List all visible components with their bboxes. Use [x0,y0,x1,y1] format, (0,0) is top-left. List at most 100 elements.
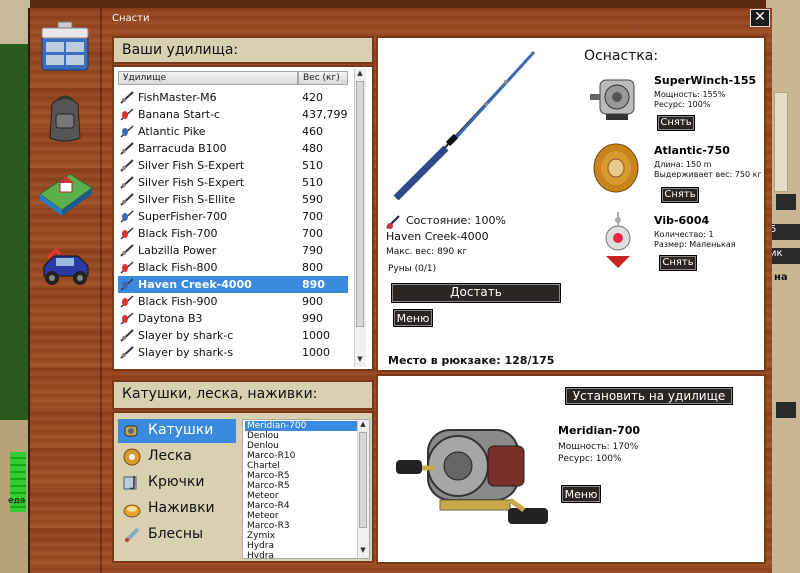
category-label: Леска [148,448,192,464]
rod-name: Black Fish-700 [138,227,218,240]
tackle-reel-resource: Ресурс: 100% [654,100,711,109]
rod-name: Labzilla Power [138,244,217,257]
background-block [774,92,788,192]
rod-weight: 590 [302,193,323,206]
rod-list-item[interactable]: Black Fish-700 700 [118,225,348,242]
rod-list-item[interactable]: Silver Fish S-Expert 510 [118,174,348,191]
rod-list-item[interactable]: Atlantic Pike 460 [118,123,348,140]
equipment-heading: Катушки, леска, наживки: [112,380,374,410]
float-icon [120,261,134,274]
category-line[interactable]: Леска [118,445,236,469]
rod-name: FishMaster-M6 [138,91,217,104]
scroll-thumb[interactable] [359,432,367,528]
background-scene-left: еда [0,0,30,573]
rod-name: Haven Creek-4000 [386,230,489,243]
equipment-list-item[interactable]: Marco-R10 [245,451,359,461]
rod-list-item[interactable]: Black Fish-800 800 [118,259,348,276]
rod-list-item[interactable]: Daytona B3 990 [118,310,348,327]
rod-runes[interactable]: Руны (0/1) [388,264,436,274]
rod-icon [120,244,134,257]
remove-line-button[interactable]: Снять [661,187,699,203]
rods-scrollbar[interactable]: ▲ ▼ [354,69,366,367]
rod-icon [120,329,134,342]
equipment-list[interactable]: Meridian-700 Denlou Denlou Marco-R10 Chartel… [242,419,370,559]
rod-condition-icon [386,214,400,229]
equipment-list-item[interactable]: Meteor [245,511,359,521]
rod-list-item[interactable]: Haven Creek-4000 890 [118,276,348,293]
equipment-menu-button[interactable]: Меню [561,485,601,503]
equipment-list-item[interactable]: Marco-R4 [245,501,359,511]
remove-reel-button[interactable]: Снять [657,115,695,131]
rod-list-item[interactable]: SuperFisher-700 700 [118,208,348,225]
equipment-list-item[interactable]: Hydra [245,551,359,558]
column-header-weight[interactable]: Вес (кг) [298,71,348,85]
rod-list-item[interactable]: Black Fish-900 900 [118,293,348,310]
equipment-detail-panel: Установить на удилище Meridian-700 Мощно… [376,374,766,564]
rod-icon [120,142,134,155]
rod-list-item[interactable]: FishMaster-M6 420 [118,89,348,106]
rod-weight: 790 [302,244,323,257]
equipment-name: Meridian-700 [558,424,641,437]
equipment-list-item[interactable]: Denlou [245,431,359,441]
category-bait[interactable]: Наживки [118,497,236,521]
rods-list[interactable]: Удилище Вес (кг) FishMaster-M6 420 Banana … [112,65,374,371]
rod-list-item[interactable]: Silver Fish S-Ellite 590 [118,191,348,208]
backpack-icon[interactable] [36,88,94,146]
vehicle-icon[interactable] [36,236,94,294]
close-button[interactable]: ✕ [750,9,770,27]
spinner-icon [120,210,134,223]
install-on-rod-button[interactable]: Установить на удилище [565,387,733,405]
equipment-scrollbar[interactable]: ▲ ▼ [357,420,369,558]
rod-list-item[interactable]: Silver Fish S-Expert 510 [118,157,348,174]
divider [100,8,102,573]
rod-weight: 700 [302,210,323,223]
scroll-up-arrow[interactable]: ▲ [355,69,365,79]
rod-list-item[interactable]: Slayer by shark-c 1000 [118,327,348,344]
equipment-list-item[interactable]: Meteor [245,491,359,501]
scroll-up-arrow[interactable]: ▲ [358,420,368,430]
background-bar: еда [0,420,30,573]
rod-list-item[interactable]: Barracuda B100 480 [118,140,348,157]
tackle-line-length: Длина: 150 m [654,160,712,169]
rod-name: Haven Creek-4000 [138,278,252,291]
get-rod-button[interactable]: Достать [391,283,561,303]
rod-weight: 510 [302,159,323,172]
rod-list-item[interactable]: Slayer by shark-s 1000 [118,344,348,361]
equipment-list-item[interactable]: Zymix [245,531,359,541]
scroll-down-arrow[interactable]: ▼ [355,355,365,365]
scroll-thumb[interactable] [356,81,364,327]
rod-weight: 700 [302,227,323,240]
rod-icon [120,346,134,359]
rod-list-item[interactable]: Labzilla Power 790 [118,242,348,259]
equipment-power: Мощность: 170% [558,442,639,452]
rod-weight: 990 [302,312,323,325]
rod-icon [120,91,134,104]
tackle-line-name: Atlantic-750 [654,144,730,157]
spinner-icon [120,125,134,138]
rod-weight: 800 [302,261,323,274]
spinner-icon [120,278,134,291]
map-icon[interactable] [36,164,94,222]
equipment-list-item[interactable]: Marco-R5 [245,471,359,481]
rod-list-item[interactable]: Banana Start-c 437,799 [118,106,348,123]
backpack-capacity: Место в рюкзаке: 128/175 [388,354,555,367]
rod-name: Black Fish-800 [138,261,218,274]
rod-menu-button[interactable]: Меню [393,309,433,327]
equipment-list-item[interactable]: Chartel [245,461,359,471]
equipment-list-item[interactable]: Meridian-700 [245,421,359,431]
category-hook[interactable]: Крючки [118,471,236,495]
category-reel[interactable]: Катушки [118,419,236,443]
equipment-list-item[interactable]: Hydra [245,541,359,551]
tackle-box-icon[interactable] [36,18,94,76]
scroll-down-arrow[interactable]: ▼ [358,546,368,556]
equipment-list-item[interactable]: Marco-R5 [245,481,359,491]
equipment-list-item[interactable]: Denlou [245,441,359,451]
equipment-list-item[interactable]: Marco-R3 [245,521,359,531]
float-icon [120,227,134,240]
rod-name: Slayer by shark-c [138,329,234,342]
column-header-rod[interactable]: Удилище [118,71,298,85]
line-icon [122,447,142,467]
remove-lure-button[interactable]: Снять [659,255,697,271]
category-lure[interactable]: Блесны [118,523,236,547]
tackle-lure-quantity: Количество: 1 [654,230,714,239]
